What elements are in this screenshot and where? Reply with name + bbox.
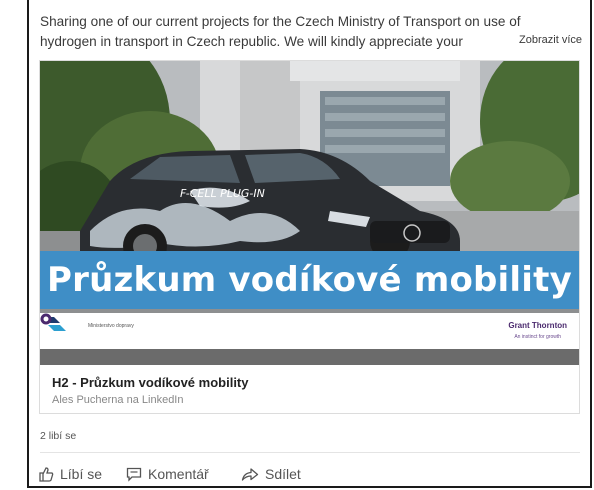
ministry-label: Ministerstvo dopravy — [88, 323, 134, 329]
like-label: Líbí se — [60, 466, 103, 482]
grant-thornton-tagline: An instinct for growth — [514, 334, 561, 340]
share-arrow-icon — [241, 468, 259, 481]
article-image[interactable]: F-CELL PLUG-IN Průzkum vodíkové mobility… — [40, 61, 579, 365]
likes-count[interactable]: 2 libí se — [40, 430, 76, 442]
logo-strip: Ministerstvo dopravy Grant Thornton An i… — [40, 313, 579, 349]
share-label: Sdílet — [265, 466, 301, 482]
shared-article-card[interactable]: F-CELL PLUG-IN Průzkum vodíkové mobility… — [39, 60, 580, 414]
like-button[interactable]: Líbí se — [38, 464, 102, 484]
thumbs-up-icon — [39, 467, 54, 482]
grant-thornton-name: Grant Thornton — [508, 321, 567, 330]
article-title[interactable]: H2 - Průzkum vodíkové mobility — [52, 375, 249, 390]
banner-title: Průzkum vodíkové mobility — [47, 260, 572, 300]
comment-button[interactable]: Komentář — [126, 464, 209, 484]
car-label: F-CELL PLUG-IN — [180, 187, 265, 200]
post-text-line-2: hydrogen in transport in Czech republic.… — [40, 34, 463, 49]
comment-icon — [126, 467, 142, 482]
post-text: Sharing one of our current projects for … — [40, 12, 585, 52]
post-text-line-1: Sharing one of our current projects for … — [40, 14, 521, 29]
comment-label: Komentář — [148, 466, 209, 482]
article-source: Ales Pucherna na LinkedIn — [52, 394, 184, 406]
grant-thornton-logo-icon — [40, 313, 52, 325]
actions-divider — [40, 452, 580, 453]
see-more-link[interactable]: Zobrazit více — [513, 34, 582, 46]
image-bottom-bar — [40, 349, 579, 365]
share-button[interactable]: Sdílet — [241, 464, 301, 484]
